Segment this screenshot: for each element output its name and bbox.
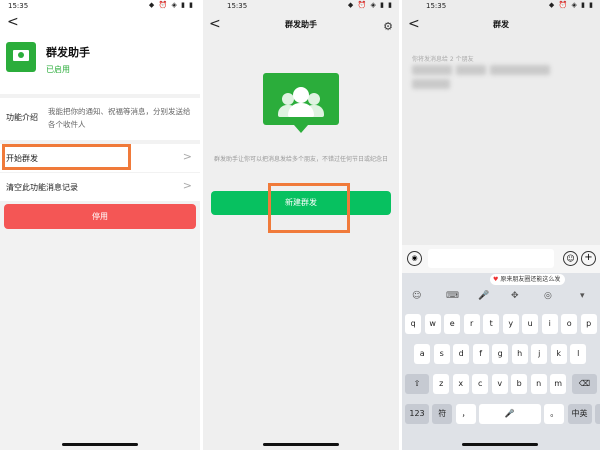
highlight-box	[268, 183, 350, 233]
key-s[interactable]: s	[433, 344, 450, 364]
blurred-name	[412, 79, 450, 89]
key-z[interactable]: z	[433, 374, 450, 394]
compose-panel: 15:35 ◆ ⏰ ◈ ▮ ▮ < 群发 你将发消息给 2 个朋友 ◉ ☺ + …	[402, 0, 600, 450]
microphone-icon[interactable]: 🎤	[478, 291, 489, 301]
plus-icon[interactable]: +	[581, 251, 596, 266]
page-title: 群发	[493, 20, 509, 29]
broadcast-hero-icon	[263, 73, 339, 133]
status-bar: 15:35 ◆ ⏰ ◈ ▮ ▮	[203, 0, 399, 13]
app-title: 群发助手	[46, 46, 90, 59]
key-o[interactable]: o	[561, 314, 578, 334]
broadcast-app-icon	[6, 42, 36, 72]
recipients-text: 你将发消息给 2 个朋友	[412, 56, 474, 63]
key-y[interactable]: y	[502, 314, 519, 334]
key-v[interactable]: v	[491, 374, 508, 394]
collapse-keyboard-icon[interactable]: ▾	[580, 291, 585, 301]
period-key[interactable]: 。	[544, 404, 565, 424]
status-time: 15:35	[227, 2, 248, 10]
assistant-home-panel: 15:35 ◆ ⏰ ◈ ▮ ▮ < 群发助手 ⚙ 群发助手让你可以把消息发给多个…	[203, 0, 399, 450]
backspace-key[interactable]: ⌫	[572, 374, 597, 394]
key-x[interactable]: x	[452, 374, 469, 394]
suggestion-chip[interactable]: ♥ 原来朋友圈还能这么发	[490, 274, 566, 285]
emoji-icon[interactable]: ☺	[563, 251, 578, 266]
intro-text: 我能把你的通知、祝福等消息，分别发送给各个收件人	[48, 107, 191, 129]
keyboard-layout-icon[interactable]: ⌨	[446, 291, 459, 301]
highlight-box	[2, 144, 131, 170]
intro-label: 功能介绍	[6, 113, 38, 122]
status-bar: 15:35 ◆ ⏰ ◈ ▮ ▮	[402, 0, 600, 13]
space-key[interactable]: 🎤	[478, 404, 541, 424]
chevron-right-icon: >	[182, 150, 192, 163]
header-card: 15:35 ◆ ⏰ ◈ ▮ ▮ < 群发助手 已启用	[0, 0, 200, 94]
key-q[interactable]: q	[405, 314, 422, 334]
key-a[interactable]: a	[414, 344, 431, 364]
keyboard: ♥ 原来朋友圈还能这么发 ☺ ⌨ 🎤 ✥ ◎ ▾ qwertyuiop asdfgh…	[402, 273, 600, 450]
home-indicator	[263, 443, 339, 446]
input-bar: ◉ ☺ +	[402, 245, 600, 273]
key-f[interactable]: f	[472, 344, 489, 364]
key-b[interactable]: b	[511, 374, 528, 394]
assistant-settings-panel: 15:35 ◆ ⏰ ◈ ▮ ▮ < 群发助手 已启用 功能介绍 我能把你的通知、…	[0, 0, 200, 450]
status-icons: ◆ ⏰ ◈ ▮ ▮	[148, 1, 194, 9]
message-input[interactable]	[428, 249, 554, 268]
key-t[interactable]: t	[483, 314, 500, 334]
key-p[interactable]: p	[580, 314, 597, 334]
key-m[interactable]: m	[550, 374, 567, 394]
numbers-key[interactable]: 123	[405, 404, 429, 424]
description-text: 群发助手让你可以把消息发给多个朋友，不错过任何节日或纪念日	[213, 156, 388, 163]
keyboard-emoji-icon[interactable]: ☺	[412, 291, 421, 301]
key-u[interactable]: u	[522, 314, 539, 334]
blurred-name	[412, 65, 452, 75]
comma-key[interactable]: ，	[455, 404, 476, 424]
key-w[interactable]: w	[424, 314, 441, 334]
shift-key[interactable]: ⇧	[405, 374, 429, 394]
gear-icon[interactable]: ⚙	[383, 20, 393, 33]
home-indicator	[462, 443, 538, 446]
blurred-name	[490, 65, 550, 75]
enabled-status: 已启用	[46, 65, 70, 74]
chevron-right-icon: >	[182, 179, 192, 192]
key-r[interactable]: r	[463, 314, 480, 334]
enter-key[interactable]: ↵	[594, 404, 600, 424]
key-i[interactable]: i	[541, 314, 558, 334]
intro-row: 功能介绍 我能把你的通知、祝福等消息，分别发送给各个收件人	[0, 98, 200, 140]
key-k[interactable]: k	[550, 344, 567, 364]
back-icon[interactable]: <	[7, 14, 19, 30]
home-indicator	[62, 443, 138, 446]
status-time: 15:35	[8, 2, 29, 10]
status-icons: ◆ ⏰ ◈ ▮ ▮	[347, 1, 393, 9]
clear-history-label: 清空此功能消息记录	[6, 183, 78, 192]
cursor-move-icon[interactable]: ✥	[511, 291, 519, 301]
key-g[interactable]: g	[492, 344, 509, 364]
status-icons: ◆ ⏰ ◈ ▮ ▮	[548, 1, 594, 9]
blurred-name	[456, 65, 486, 75]
language-key[interactable]: 中英	[567, 404, 592, 424]
key-j[interactable]: j	[531, 344, 548, 364]
status-time: 15:35	[426, 2, 447, 10]
page-title: 群发助手	[285, 20, 317, 29]
symbols-key[interactable]: 符	[432, 404, 453, 424]
key-h[interactable]: h	[511, 344, 528, 364]
key-c[interactable]: c	[472, 374, 489, 394]
clear-history-row[interactable]: 清空此功能消息记录 >	[0, 173, 200, 201]
keyboard-settings-icon[interactable]: ◎	[544, 291, 552, 301]
key-n[interactable]: n	[530, 374, 547, 394]
key-e[interactable]: e	[444, 314, 461, 334]
key-d[interactable]: d	[453, 344, 470, 364]
status-bar: 15:35 ◆ ⏰ ◈ ▮ ▮	[0, 0, 200, 13]
key-l[interactable]: l	[570, 344, 587, 364]
disable-button[interactable]: 停用	[4, 204, 196, 229]
voice-icon[interactable]: ◉	[407, 251, 422, 266]
